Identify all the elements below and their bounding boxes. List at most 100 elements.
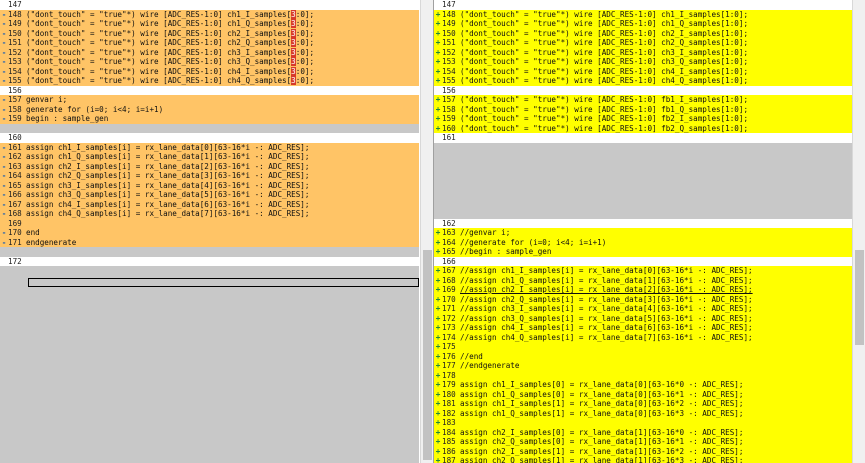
left-diff-line[interactable]: -153 ("dont_touch" = "true"*) wire [ADC_R… [0,57,419,67]
line-number: 160 [442,123,456,133]
right-diff-line[interactable]: +176 //end [434,351,852,361]
right-diff-line[interactable]: +184 assign ch2_I_samples[0] = rx_lane_da… [434,427,852,437]
left-diff-line[interactable]: 160 [0,133,419,143]
line-number: 163 [442,228,456,237]
line-number: 151 [442,38,456,47]
line-number: 154 [8,66,22,76]
right-diff-line[interactable]: +160 ("dont_touch" = "true"*) wire [ADC_R… [434,123,852,133]
left-diff-line[interactable]: -154 ("dont_touch" = "true"*) wire [ADC_R… [0,66,419,76]
right-diff-line[interactable]: +186 assign ch2_I_samples[1] = rx_lane_da… [434,446,852,456]
line-number: 156 [8,85,22,95]
code-text: genvar i; [26,95,68,104]
code-text: ("dont_touch" = "true"*) wire [ADC_RES-1… [460,104,749,114]
right-diff-line[interactable]: 162 [434,218,852,228]
line-number: 158 [442,104,456,114]
right-diff-line[interactable]: +153 ("dont_touch" = "true"*) wire [ADC_R… [434,57,852,67]
right-diff-line[interactable]: +172 //assign ch3_Q_samples[i] = rx_lane_… [434,313,852,323]
line-number: 177 [442,361,456,370]
code-text: //assign ch3_I_samples[i] = rx_lane_data… [460,304,753,313]
right-diff-line[interactable] [434,142,852,219]
left-diff-line[interactable]: -161 assign ch1_I_samples[i] = rx_lane_da… [0,142,419,152]
right-diff-line[interactable]: +152 ("dont_touch" = "true"*) wire [ADC_R… [434,47,852,57]
right-diff-line[interactable]: +163 //genvar i; [434,228,852,238]
right-diff-line[interactable]: +180 assign ch1_Q_samples[0] = rx_lane_da… [434,389,852,399]
left-diff-line[interactable]: -171 endgenerate [0,237,419,247]
left-diff-line[interactable]: 172 [0,256,419,266]
right-vertical-scrollbar[interactable] [852,0,865,463]
right-diff-line[interactable]: +177 //endgenerate [434,361,852,371]
line-number: 168 [8,209,22,218]
right-diff-line[interactable]: +179 assign ch1_I_samples[0] = rx_lane_da… [434,380,852,390]
left-diff-line[interactable]: -155 ("dont_touch" = "true"*) wire [ADC_R… [0,76,419,86]
right-diff-line[interactable]: +167 //assign ch1_I_samples[i] = rx_lane_… [434,266,852,276]
left-diff-line[interactable]: -170 end [0,228,419,238]
left-diff-line[interactable]: -150 ("dont_touch" = "true"*) wire [ADC_R… [0,28,419,38]
right-diff-line[interactable]: +150 ("dont_touch" = "true"*) wire [ADC_R… [434,28,852,38]
right-diff-line[interactable]: 156 [434,85,852,95]
right-diff-line[interactable]: +151 ("dont_touch" = "true"*) wire [ADC_R… [434,38,852,48]
right-diff-line[interactable]: +187 assign ch2_Q_samples[1] = rx_lane_da… [434,456,852,463]
left-diff-pane[interactable]: 147-148 ("dont_touch" = "true"*) wire [AD… [0,0,419,463]
left-diff-line[interactable]: -163 assign ch2_I_samples[i] = rx_lane_da… [0,161,419,171]
code-text-tail: :0]; [295,9,315,19]
right-scrollbar-thumb[interactable] [855,250,864,345]
right-diff-line[interactable]: +175 [434,342,852,352]
line-number: 181 [442,399,456,408]
plus-icon: + [435,304,441,313]
line-number: 163 [8,161,22,171]
left-diff-line[interactable]: -159 begin : sample_gen [0,114,419,124]
plus-icon: + [435,361,441,370]
line-number: 182 [442,408,456,418]
right-diff-line[interactable]: 147 [434,0,852,10]
right-diff-line[interactable]: +178 [434,370,852,380]
right-diff-line[interactable]: +165 //begin : sample_gen [434,247,852,257]
minus-icon: - [1,19,7,28]
minus-icon: - [1,142,7,152]
right-diff-line[interactable]: 161 [434,133,852,143]
left-diff-line[interactable]: -151 ("dont_touch" = "true"*) wire [ADC_R… [0,38,419,48]
line-number: 170 [442,294,456,304]
right-diff-line[interactable]: +159 ("dont_touch" = "true"*) wire [ADC_R… [434,114,852,124]
right-diff-line[interactable]: +164 //generate for (i=0; i<4; i=i+1) [434,237,852,247]
right-diff-line[interactable]: 166 [434,256,852,266]
left-diff-line[interactable]: 156 [0,85,419,95]
left-diff-line[interactable]: -167 assign ch4_I_samples[i] = rx_lane_da… [0,199,419,209]
code-text-tail: :0]; [295,76,315,85]
left-diff-line[interactable]: 147 [0,0,419,10]
left-vertical-scrollbar[interactable] [420,0,434,463]
left-diff-line[interactable] [0,247,419,257]
right-diff-line[interactable]: +148 ("dont_touch" = "true"*) wire [ADC_R… [434,9,852,19]
right-diff-line[interactable]: +157 ("dont_touch" = "true"*) wire [ADC_R… [434,95,852,105]
right-diff-line[interactable]: +155 ("dont_touch" = "true"*) wire [ADC_R… [434,76,852,86]
right-diff-pane[interactable]: 147 +148 ("dont_touch" = "true"*) wire [AD… [434,0,852,463]
right-diff-line[interactable]: +154 ("dont_touch" = "true"*) wire [ADC_R… [434,66,852,76]
right-diff-line[interactable]: +174 //assign ch4_Q_samples[i] = rx_lane_… [434,332,852,342]
left-scrollbar-thumb[interactable] [423,250,432,460]
code-text: assign ch2_Q_samples[1] = rx_lane_data[1… [460,456,744,463]
right-diff-line[interactable]: +185 assign ch2_Q_samples[0] = rx_lane_da… [434,437,852,447]
line-number: 167 [442,266,456,275]
right-diff-line[interactable]: +183 [434,418,852,428]
left-diff-line[interactable]: -164 assign ch2_Q_samples[i] = rx_lane_da… [0,171,419,181]
right-diff-line[interactable]: +168 //assign ch1_Q_samples[i] = rx_lane_… [434,275,852,285]
right-diff-line[interactable]: +170 //assign ch2_Q_samples[i] = rx_lane_… [434,294,852,304]
left-diff-line[interactable]: 169 [0,218,419,228]
right-diff-line[interactable]: +149 ("dont_touch" = "true"*) wire [ADC_R… [434,19,852,29]
left-diff-line[interactable] [0,123,419,133]
right-diff-line[interactable]: +169 //assign ch2_I_samples[i] = rx_lane_… [434,285,852,295]
left-diff-line[interactable]: -166 assign ch3_Q_samples[i] = rx_lane_da… [0,190,419,200]
right-diff-line[interactable]: +182 assign ch1_Q_samples[1] = rx_lane_da… [434,408,852,418]
left-diff-line[interactable]: -165 assign ch3_I_samples[i] = rx_lane_da… [0,180,419,190]
left-diff-line[interactable]: -149 ("dont_touch" = "true"*) wire [ADC_R… [0,19,419,29]
right-diff-line[interactable]: +158 ("dont_touch" = "true"*) wire [ADC_R… [434,104,852,114]
right-diff-line[interactable]: +173 //assign ch4_I_samples[i] = rx_lane_… [434,323,852,333]
left-diff-line[interactable]: -162 assign ch1_Q_samples[i] = rx_lane_da… [0,152,419,162]
left-diff-line[interactable]: -168 assign ch4_Q_samples[i] = rx_lane_da… [0,209,419,219]
right-diff-line[interactable]: +171 //assign ch3_I_samples[i] = rx_lane_… [434,304,852,314]
left-diff-line[interactable]: -152 ("dont_touch" = "true"*) wire [ADC_R… [0,47,419,57]
left-diff-line[interactable]: -158 generate for (i=0; i<4; i=i+1) [0,104,419,114]
plus-icon: + [435,28,441,38]
left-diff-line[interactable]: -148 ("dont_touch" = "true"*) wire [ADC_R… [0,9,419,19]
right-diff-line[interactable]: +181 assign ch1_I_samples[1] = rx_lane_da… [434,399,852,409]
left-diff-line[interactable]: -157 genvar i; [0,95,419,105]
